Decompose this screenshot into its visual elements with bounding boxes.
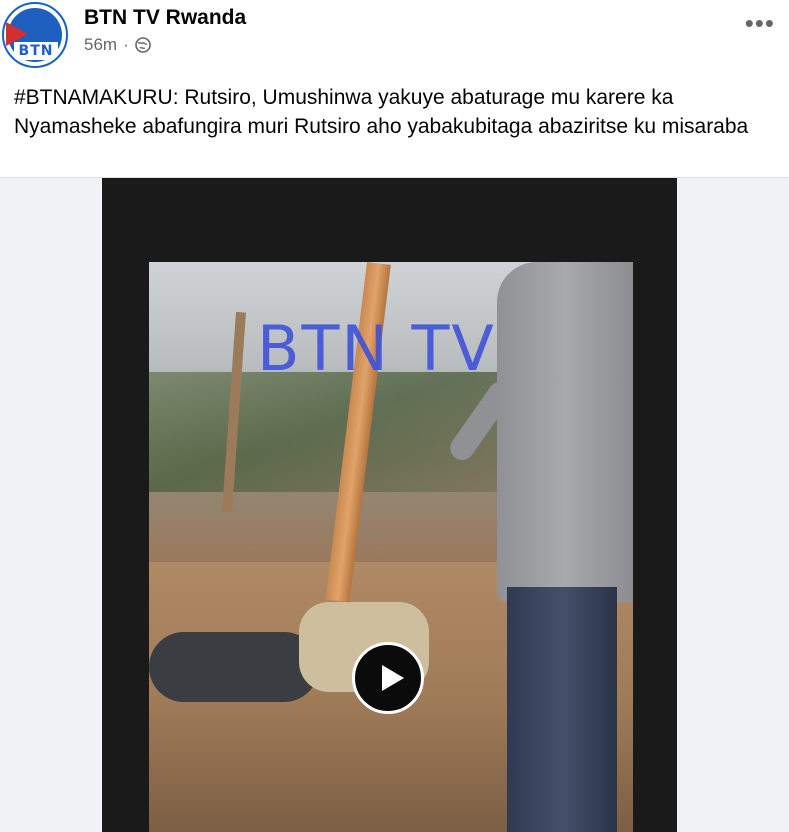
scene-shirt: [497, 262, 633, 602]
globe-icon: [134, 37, 151, 53]
post-time[interactable]: 56m: [84, 35, 117, 55]
scene-person-on-ground: [149, 602, 479, 712]
page-name[interactable]: BTN TV Rwanda: [84, 6, 246, 30]
scene-body-dark: [149, 632, 319, 702]
page-avatar[interactable]: BTN: [2, 2, 68, 68]
post-media: BTN TV: [0, 177, 789, 832]
meta-separator: ·: [123, 35, 129, 54]
scene-jeans: [507, 587, 617, 832]
play-button[interactable]: [352, 642, 424, 714]
more-options-button[interactable]: •••: [745, 8, 775, 39]
video-frame: BTN TV: [149, 262, 633, 832]
post-header: BTN BTN TV Rwanda 56m · •••: [0, 0, 789, 72]
avatar-logo-text: BTN: [14, 42, 58, 60]
play-icon: [382, 665, 404, 691]
scene-standing-person: [445, 262, 633, 832]
post-meta: 56m ·: [84, 35, 151, 55]
video-watermark: BTN TV: [257, 312, 496, 385]
post-caption: #BTNAMAKURU: Rutsiro, Umushinwa yakuye a…: [14, 86, 749, 138]
video-player[interactable]: BTN TV: [102, 178, 677, 832]
